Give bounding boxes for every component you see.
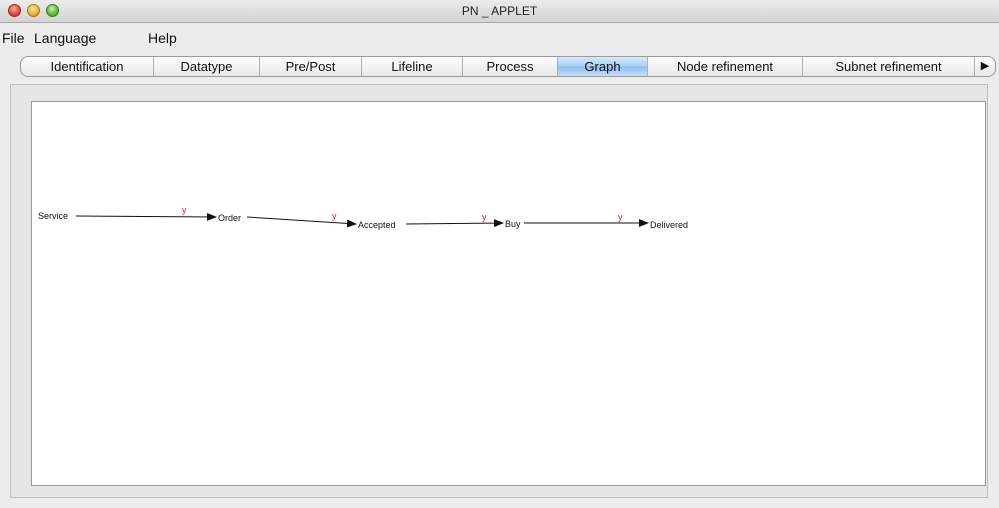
edge-label-buy-delivered: y — [618, 212, 623, 222]
edge-label-accepted-buy: y — [482, 212, 487, 222]
tab-pre-post[interactable]: Pre/Post — [260, 57, 362, 76]
node-accepted[interactable]: Accepted — [358, 220, 396, 230]
tab-scroll-right-icon[interactable]: ▶ — [975, 57, 995, 76]
tab-process[interactable]: Process — [463, 57, 558, 76]
menu-bar: File Language Help — [0, 30, 999, 50]
node-order[interactable]: Order — [218, 213, 241, 223]
graph-canvas[interactable]: Service Order Accepted Buy Delivered y y… — [31, 101, 986, 486]
edge-accepted-buy — [405, 219, 504, 228]
graph-svg: Service Order Accepted Buy Delivered y y… — [38, 205, 688, 230]
node-service[interactable]: Service — [38, 211, 68, 221]
tab-identification[interactable]: Identification — [21, 57, 154, 76]
app-window: PN _ APPLET File Language Help Identific… — [0, 0, 999, 508]
edge-order-accepted — [246, 216, 357, 228]
tab-graph[interactable]: Graph — [558, 57, 648, 76]
edge-label-order-accepted: y — [332, 211, 337, 221]
node-buy[interactable]: Buy — [505, 219, 521, 229]
menu-file[interactable]: File — [2, 30, 25, 46]
tab-node-refinement[interactable]: Node refinement — [648, 57, 803, 76]
window-title: PN _ APPLET — [461, 4, 538, 18]
tab-datatype[interactable]: Datatype — [154, 57, 260, 76]
tab-subnet-refinement[interactable]: Subnet refinement — [803, 57, 975, 76]
edge-service-order — [75, 212, 217, 221]
tab-lifeline[interactable]: Lifeline — [362, 57, 463, 76]
tab-bar: Identification Datatype Pre/Post Lifelin… — [20, 56, 996, 77]
menu-language[interactable]: Language — [34, 30, 96, 46]
edge-label-service-order: y — [182, 205, 187, 215]
menu-help[interactable]: Help — [148, 30, 177, 46]
title-bar[interactable]: PN _ APPLET — [0, 0, 999, 23]
node-delivered[interactable]: Delivered — [650, 220, 688, 230]
